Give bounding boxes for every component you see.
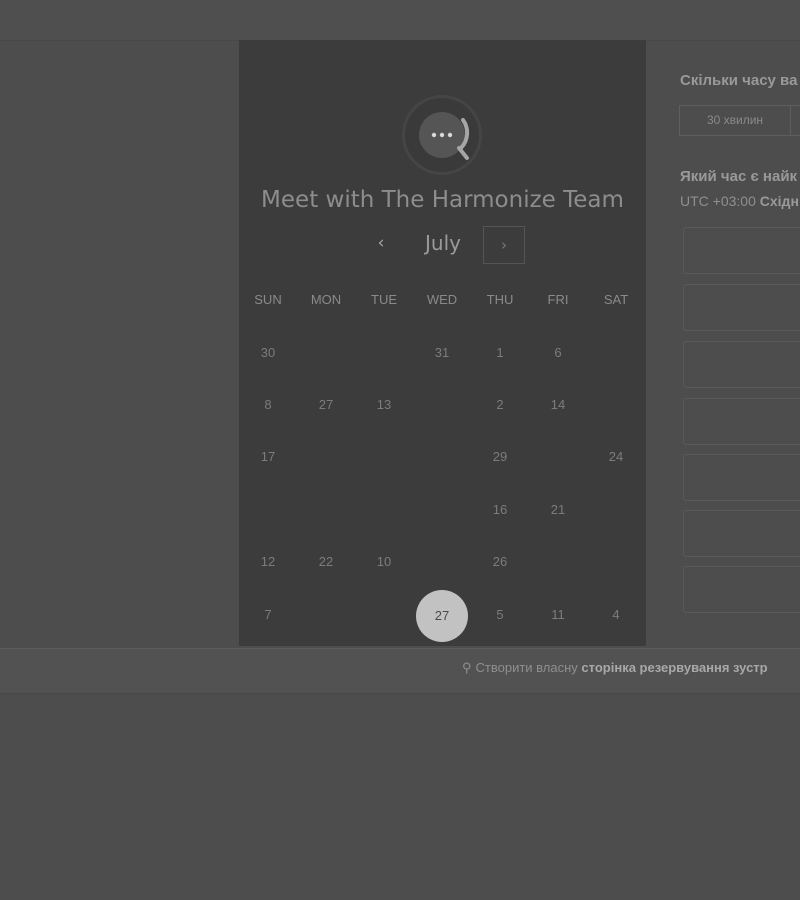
footer-link[interactable]: ⚲ Створити власну сторінка резервування з…	[462, 660, 768, 676]
calendar-day[interactable]: 17	[239, 449, 297, 464]
duration-option-next[interactable]	[790, 105, 800, 136]
calendar-day[interactable]: 2	[471, 397, 529, 412]
time-slot-button[interactable]	[683, 510, 800, 557]
meeting-title: Meet with The Harmonize Team	[261, 187, 624, 213]
time-slot-button[interactable]	[683, 284, 800, 331]
calendar-day[interactable]: 12	[239, 554, 297, 569]
calendar-day[interactable]: 27	[297, 397, 355, 412]
calendar-day[interactable]: 10	[355, 554, 413, 569]
time-slot-button[interactable]	[683, 227, 800, 274]
weekday-fri: FRI	[547, 292, 569, 307]
month-navigation: ‹ July ›	[239, 225, 646, 267]
calendar-day[interactable]: 4	[587, 607, 645, 622]
calendar-day[interactable]: 6	[529, 345, 587, 360]
calendar-day[interactable]: 21	[529, 502, 587, 517]
team-logo	[402, 95, 482, 175]
time-slot-button[interactable]	[683, 341, 800, 388]
timezone-offset: UTC +03:00	[680, 193, 756, 209]
calendar-day-selected[interactable]: 27	[416, 590, 468, 642]
calendar-day[interactable]: 13	[355, 397, 413, 412]
weekday-tue: TUE	[371, 292, 397, 307]
weekday-thu: THU	[486, 292, 514, 307]
calendar-day[interactable]: 11	[529, 607, 587, 622]
footer-prefix: Створити власну	[475, 660, 578, 675]
weekday-sun: SUN	[254, 292, 282, 307]
calendar-day[interactable]: 26	[471, 554, 529, 569]
time-slot-button[interactable]	[683, 398, 800, 445]
calendar-day[interactable]: 24	[587, 449, 645, 464]
calendar-day[interactable]: 14	[529, 397, 587, 412]
top-bar	[0, 0, 800, 41]
calendar-day[interactable]: 31	[413, 345, 471, 360]
calendar-day[interactable]: 29	[471, 449, 529, 464]
month-label: July	[425, 231, 461, 255]
calendar-day[interactable]: 8	[239, 397, 297, 412]
weekday-sat: SAT	[603, 292, 629, 307]
calendar-day[interactable]: 1	[471, 345, 529, 360]
calendar-day[interactable]: 7	[239, 607, 297, 622]
timezone-name[interactable]: Східн	[760, 193, 799, 209]
weekday-mon: MON	[310, 292, 342, 307]
calendar-day[interactable]: 16	[471, 502, 529, 517]
calendar-day[interactable]: 30	[239, 345, 297, 360]
timezone-label: UTC +03:00 Східн	[680, 193, 799, 209]
next-month-button[interactable]: ›	[483, 226, 525, 264]
logo-ring-icon	[431, 118, 470, 160]
calendar-day[interactable]: 5	[471, 607, 529, 622]
time-slot-button[interactable]	[683, 566, 800, 613]
footer-bold-text: сторінка резервування зустр	[581, 660, 768, 675]
duration-option-30[interactable]: 30 хвилин	[679, 105, 791, 136]
hubspot-sprocket-icon: ⚲	[462, 660, 472, 675]
time-slot-button[interactable]	[683, 454, 800, 501]
duration-question: Скільки часу ва	[680, 72, 798, 89]
time-question: Який час є найк	[680, 168, 798, 185]
calendar-day[interactable]: 22	[297, 554, 355, 569]
prev-month-button[interactable]: ‹	[371, 233, 391, 255]
calendar-panel: Meet with The Harmonize Team ‹ July › SU…	[239, 40, 646, 646]
weekday-wed: WED	[426, 292, 458, 307]
